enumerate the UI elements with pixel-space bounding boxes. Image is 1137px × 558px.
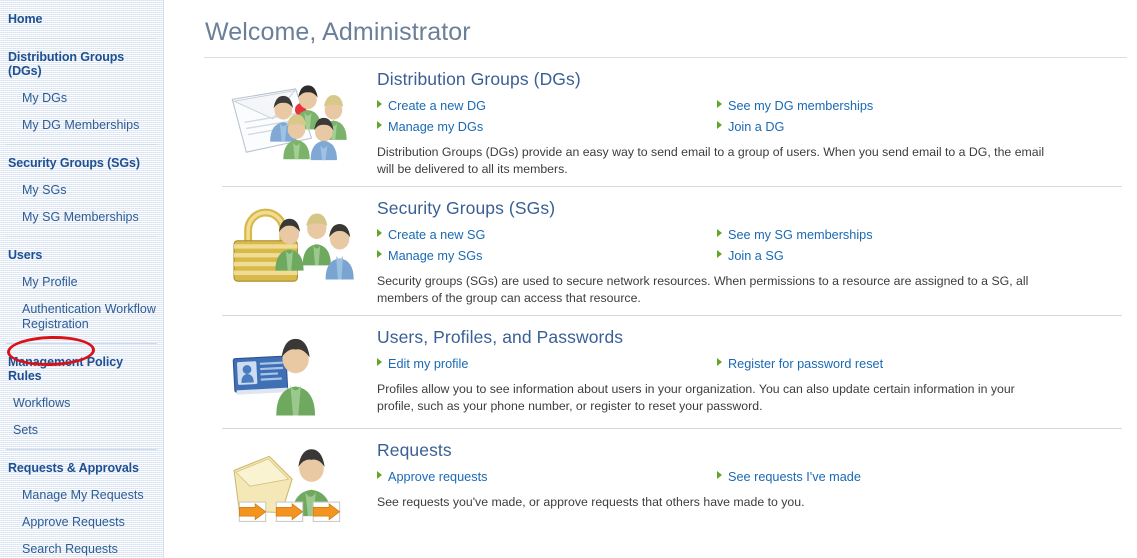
sidebar-item-workflows[interactable]: Workflows bbox=[0, 390, 163, 417]
link-join-a-sg[interactable]: Join a SG bbox=[717, 246, 1122, 267]
bullet-triangle-icon bbox=[377, 471, 382, 479]
sidebar-header-requests-approvals[interactable]: Requests & Approvals bbox=[0, 455, 163, 482]
bullet-triangle-icon bbox=[717, 121, 722, 129]
section-link-grid: Approve requests See requests I've made bbox=[377, 467, 1122, 488]
sidebar-header-security-groups[interactable]: Security Groups (SGs) bbox=[0, 150, 163, 177]
section-body: Distribution Groups (DGs) Create a new DG… bbox=[377, 69, 1122, 177]
link-label: Manage my SGs bbox=[388, 246, 483, 267]
section-link-grid: Edit my profile Register for password res… bbox=[377, 354, 1122, 375]
bullet-triangle-icon bbox=[377, 100, 382, 108]
link-approve-requests[interactable]: Approve requests bbox=[377, 467, 717, 488]
request-workflow-icon bbox=[227, 444, 359, 532]
link-see-requests-ive-made[interactable]: See requests I've made bbox=[717, 467, 1122, 488]
section-body: Users, Profiles, and Passwords Edit my pr… bbox=[377, 327, 1122, 414]
section-link-grid: Create a new SG See my SG memberships Mana… bbox=[377, 225, 1122, 267]
bullet-triangle-icon bbox=[377, 358, 382, 366]
sidebar-item-my-profile[interactable]: My Profile bbox=[0, 269, 163, 296]
section-list: Distribution Groups (DGs) Create a new DG… bbox=[164, 58, 1137, 541]
sidebar-divider bbox=[6, 144, 157, 145]
section-icon-wrapper bbox=[222, 69, 377, 161]
link-label: Approve requests bbox=[388, 467, 487, 488]
sidebar-group: Home bbox=[0, 6, 163, 33]
section-body: Requests Approve requests See requests I'v… bbox=[377, 440, 1122, 511]
link-see-my-dg-memberships[interactable]: See my DG memberships bbox=[717, 96, 1122, 117]
section-icon-wrapper bbox=[222, 198, 377, 290]
sidebar-group: Security Groups (SGs)My SGsMy SG Members… bbox=[0, 150, 163, 231]
bullet-triangle-icon bbox=[717, 100, 722, 108]
page-root: HomeDistribution Groups (DGs)My DGsMy DG… bbox=[0, 0, 1137, 558]
envelope-people-icon bbox=[227, 73, 359, 161]
section-description: Security groups (SGs) are used to secure… bbox=[377, 273, 1047, 306]
section-icon-wrapper bbox=[222, 327, 377, 419]
content-section: Users, Profiles, and Passwords Edit my pr… bbox=[222, 315, 1122, 428]
section-icon-wrapper bbox=[222, 440, 377, 532]
bullet-triangle-icon bbox=[377, 250, 382, 258]
link-label: Manage my DGs bbox=[388, 117, 483, 138]
bullet-triangle-icon bbox=[717, 229, 722, 237]
sidebar-item-authentication-workflow-registration[interactable]: Authentication Workflow Registration bbox=[0, 296, 163, 338]
link-create-a-new-dg[interactable]: Create a new DG bbox=[377, 96, 717, 117]
link-label: Join a SG bbox=[728, 246, 784, 267]
bullet-triangle-icon bbox=[377, 121, 382, 129]
sidebar-header-distribution-groups[interactable]: Distribution Groups (DGs) bbox=[0, 44, 163, 85]
section-description: Distribution Groups (DGs) provide an eas… bbox=[377, 144, 1047, 177]
sidebar-item-my-sg-memberships[interactable]: My SG Memberships bbox=[0, 204, 163, 231]
bullet-triangle-icon bbox=[717, 471, 722, 479]
link-label: See requests I've made bbox=[728, 467, 861, 488]
section-title: Distribution Groups (DGs) bbox=[377, 69, 1122, 90]
section-description: See requests you've made, or approve req… bbox=[377, 494, 1047, 511]
sidebar-group: Management Policy RulesWorkflowsSets bbox=[0, 349, 163, 444]
content-section: Distribution Groups (DGs) Create a new DG… bbox=[222, 58, 1122, 186]
sidebar-item-sets[interactable]: Sets bbox=[0, 417, 163, 444]
padlock-people-icon bbox=[227, 202, 359, 290]
sidebar-divider bbox=[6, 236, 157, 237]
sidebar-navigation: Home Distribution Groups (DGs)My DGsMy DG… bbox=[0, 0, 164, 558]
link-label: Create a new SG bbox=[388, 225, 485, 246]
sidebar-item-manage-my-requests[interactable]: Manage My Requests bbox=[0, 482, 163, 509]
section-title: Requests bbox=[377, 440, 1122, 461]
bullet-triangle-icon bbox=[377, 229, 382, 237]
section-link-grid: Create a new DG See my DG memberships Mana… bbox=[377, 96, 1122, 138]
sidebar-group: UsersMy ProfileAuthentication Workflow R… bbox=[0, 242, 163, 338]
sidebar-header-management-policy-rules[interactable]: Management Policy Rules bbox=[0, 349, 163, 390]
sidebar-item-approve-requests[interactable]: Approve Requests bbox=[0, 509, 163, 536]
sidebar-group: Requests & ApprovalsManage My RequestsAp… bbox=[0, 455, 163, 558]
sidebar-item-my-dg-memberships[interactable]: My DG Memberships bbox=[0, 112, 163, 139]
content-section: Requests Approve requests See requests I'v… bbox=[222, 428, 1122, 541]
bullet-triangle-icon bbox=[717, 358, 722, 366]
link-label: See my DG memberships bbox=[728, 96, 873, 117]
link-join-a-dg[interactable]: Join a DG bbox=[717, 117, 1122, 138]
link-label: Edit my profile bbox=[388, 354, 468, 375]
sidebar-divider bbox=[6, 343, 157, 344]
page-title: Welcome, Administrator bbox=[164, 0, 1137, 47]
link-register-for-password-reset[interactable]: Register for password reset bbox=[717, 354, 1122, 375]
section-description: Profiles allow you to see information ab… bbox=[377, 381, 1047, 414]
section-title: Users, Profiles, and Passwords bbox=[377, 327, 1122, 348]
link-edit-my-profile[interactable]: Edit my profile bbox=[377, 354, 717, 375]
link-see-my-sg-memberships[interactable]: See my SG memberships bbox=[717, 225, 1122, 246]
sidebar-group: Distribution Groups (DGs)My DGsMy DG Mem… bbox=[0, 44, 163, 139]
content-section: Security Groups (SGs) Create a new SG See … bbox=[222, 186, 1122, 315]
link-label: Register for password reset bbox=[728, 354, 883, 375]
sidebar-divider bbox=[6, 449, 157, 450]
link-manage-my-dgs[interactable]: Manage my DGs bbox=[377, 117, 717, 138]
link-label: Join a DG bbox=[728, 117, 784, 138]
sidebar-item-my-dgs[interactable]: My DGs bbox=[0, 85, 163, 112]
section-title: Security Groups (SGs) bbox=[377, 198, 1122, 219]
link-label: See my SG memberships bbox=[728, 225, 873, 246]
section-body: Security Groups (SGs) Create a new SG See … bbox=[377, 198, 1122, 306]
sidebar-header-users[interactable]: Users bbox=[0, 242, 163, 269]
sidebar-group-list: Home Distribution Groups (DGs)My DGsMy DG… bbox=[0, 6, 163, 558]
sidebar-item-my-sgs[interactable]: My SGs bbox=[0, 177, 163, 204]
link-create-a-new-sg[interactable]: Create a new SG bbox=[377, 225, 717, 246]
bullet-triangle-icon bbox=[717, 250, 722, 258]
link-label: Create a new DG bbox=[388, 96, 486, 117]
sidebar-item-search-requests[interactable]: Search Requests bbox=[0, 536, 163, 558]
main-content: Welcome, Administrator Distribution Grou… bbox=[164, 0, 1137, 558]
sidebar-item-home[interactable]: Home bbox=[0, 6, 163, 33]
sidebar-divider bbox=[6, 38, 157, 39]
link-manage-my-sgs[interactable]: Manage my SGs bbox=[377, 246, 717, 267]
id-badge-person-icon bbox=[227, 331, 359, 419]
